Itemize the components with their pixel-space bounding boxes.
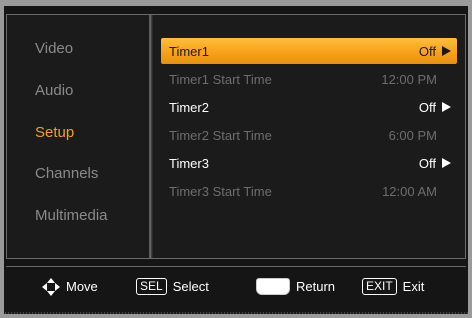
setting-value-text: Off [418,99,436,115]
setting-value-text: Off [418,43,436,59]
setting-value-text: Off [418,155,436,171]
right-triangle-icon [442,158,451,168]
right-triangle-icon [442,102,451,112]
menu-item-audio[interactable]: Audio [35,82,73,99]
hint-return-label: Return [296,279,336,294]
setting-value: Off [419,44,451,59]
return-key-icon [256,278,290,295]
osd-screen: Video Audio Setup Channels Multimedia Ti… [4,6,468,312]
menu-item-multimedia[interactable]: Multimedia [35,207,108,224]
setting-label: Timer1 Start Time [169,71,272,87]
setting-label: Timer2 [169,99,209,115]
setting-row-timer2[interactable]: Timer2 Off [161,94,457,120]
hint-exit-label: Exit [402,279,425,294]
setting-value: Off [419,156,451,171]
hint-select: SEL Select [136,278,209,295]
setting-row-timer3[interactable]: Timer3 Off [161,150,457,176]
menu-item-setup[interactable]: Setup [35,124,74,141]
setting-label: Timer3 [169,155,209,171]
setting-value-text: 12:00 AM [382,183,437,199]
right-triangle-icon [442,46,451,56]
setting-value-text: 6:00 PM [388,127,437,143]
hint-return: Return [256,278,335,295]
setting-label: Timer3 Start Time [169,183,272,199]
sel-key-icon: SEL [136,278,167,295]
setting-row-timer3-start-time: Timer3 Start Time 12:00 AM [161,178,457,204]
hint-exit: EXIT Exit [362,278,424,295]
setting-value: 12:00 PM [381,72,451,87]
hint-move: Move [42,277,98,296]
setup-settings-list: Timer1 Off Timer1 Start Time 12:00 PM Ti… [157,15,461,258]
setting-value: 12:00 AM [382,184,451,199]
menu-divider [149,15,153,258]
setting-value-text: 12:00 PM [381,71,437,87]
main-menu: Video Audio Setup Channels Multimedia [7,15,149,258]
four-way-arrow-icon [42,277,60,296]
menu-item-video[interactable]: Video [35,40,73,57]
hint-select-label: Select [172,279,209,294]
setting-row-timer2-start-time: Timer2 Start Time 6:00 PM [161,122,457,148]
menu-item-channels[interactable]: Channels [35,165,98,182]
setting-value: Off [419,100,451,115]
key-hints-bar: Move SEL Select Return EXIT Exit [6,266,466,306]
menu-panel: Video Audio Setup Channels Multimedia Ti… [6,14,466,259]
setting-row-timer1[interactable]: Timer1 Off [161,38,457,64]
setting-label: Timer2 Start Time [169,127,272,143]
exit-key-icon: EXIT [362,278,397,295]
setting-label: Timer1 [169,43,209,59]
setting-value: 6:00 PM [389,128,451,143]
hint-move-label: Move [66,279,98,294]
setting-row-timer1-start-time: Timer1 Start Time 12:00 PM [161,66,457,92]
